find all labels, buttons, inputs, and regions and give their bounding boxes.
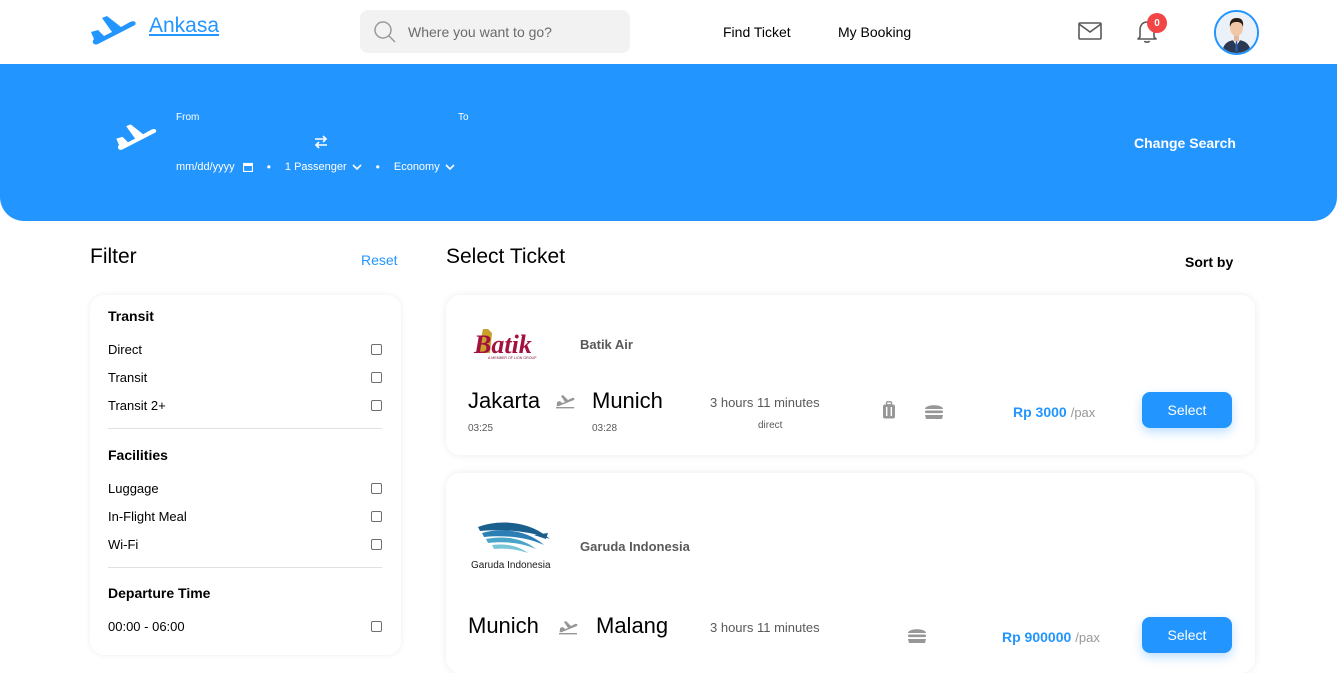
brand-logo[interactable]: Ankasa: [88, 10, 219, 48]
filter-group-title: Departure Time: [108, 585, 211, 601]
filter-group-title: Facilities: [108, 447, 168, 463]
calendar-icon[interactable]: [242, 162, 253, 172]
airline-logo-text: Batik: [473, 330, 532, 359]
checkbox[interactable]: [371, 344, 382, 355]
filter-title: Filter: [90, 245, 137, 268]
ticket-card: Garuda Indonesia Garuda Indonesia Munich…: [446, 473, 1255, 673]
checkbox[interactable]: [371, 483, 382, 494]
filter-option-label: 00:00 - 06:00: [108, 619, 185, 634]
search-summary-banner: From To mm/dd/yyyy • 1 Passenger • Econo…: [0, 64, 1337, 221]
garuda-indonesia-logo: Garuda Indonesia: [471, 522, 551, 571]
nav-find-ticket[interactable]: Find Ticket: [723, 24, 791, 40]
trip-details: mm/dd/yyyy • 1 Passenger • Economy: [176, 160, 455, 174]
filter-option-label: Transit: [108, 370, 148, 385]
mail-icon[interactable]: [1078, 22, 1102, 40]
flight-plane-icon: [559, 621, 578, 635]
select-ticket-button[interactable]: Select: [1142, 617, 1232, 653]
to-label: To: [458, 112, 469, 123]
sort-by-button[interactable]: Sort by: [1185, 254, 1233, 270]
price-value: Rp 3000: [1013, 404, 1067, 420]
checkbox[interactable]: [371, 539, 382, 550]
notification-badge: 0: [1147, 13, 1167, 33]
flight-plane-icon: [556, 395, 575, 409]
filter-panel: Transit Direct Transit Transit 2+ Facili…: [90, 295, 401, 655]
ticket-price: Rp 3000/pax: [1013, 404, 1095, 420]
arrival-city: Malang: [596, 613, 669, 638]
chevron-down-icon[interactable]: [352, 163, 362, 171]
passenger-select[interactable]: 1 Passenger: [285, 161, 347, 173]
price-unit: /pax: [1075, 630, 1100, 645]
separator-dot: •: [266, 160, 271, 174]
filter-option-label: Luggage: [108, 481, 159, 496]
filter-option-direct[interactable]: Direct: [108, 342, 382, 360]
filter-option-label: Direct: [108, 342, 142, 357]
divider: [108, 428, 382, 429]
filter-option-wifi[interactable]: Wi-Fi: [108, 537, 382, 555]
navbar: Ankasa Find Ticket My Booking 0: [0, 0, 1337, 64]
brand-name[interactable]: Ankasa: [149, 14, 219, 38]
plane-logo-icon: [91, 16, 136, 45]
departure-city: Munich: [468, 613, 539, 638]
avatar[interactable]: [1214, 10, 1259, 55]
search-icon: [374, 21, 396, 43]
checkbox[interactable]: [371, 621, 382, 632]
flight-duration: 3 hours 11 minutes: [710, 620, 820, 635]
airline-logo-text: Garuda Indonesia: [471, 560, 551, 571]
batik-air-logo: Batik A MEMBER OF LION GROUP: [473, 329, 537, 360]
checkbox[interactable]: [371, 511, 382, 522]
search-input[interactable]: [408, 20, 618, 44]
meal-icon: [925, 405, 943, 419]
filter-group-title: Transit: [108, 308, 154, 324]
select-ticket-button[interactable]: Select: [1142, 392, 1232, 428]
from-label: From: [176, 112, 200, 123]
airline-logo-tagline: A MEMBER OF LION GROUP: [488, 356, 537, 360]
filter-option-luggage[interactable]: Luggage: [108, 481, 382, 499]
price-unit: /pax: [1070, 405, 1096, 420]
change-search-button[interactable]: Change Search: [1134, 135, 1236, 151]
swap-icon[interactable]: [313, 134, 329, 150]
filter-reset-button[interactable]: Reset: [361, 252, 398, 268]
nav-my-booking[interactable]: My Booking: [838, 24, 911, 40]
arrival-city: Munich: [592, 388, 663, 413]
airline-name: Batik Air: [580, 337, 633, 352]
select-ticket-title: Select Ticket: [446, 245, 566, 268]
divider: [108, 567, 382, 568]
filter-option-transit[interactable]: Transit: [108, 370, 382, 388]
user-avatar-icon: [1216, 12, 1257, 53]
ticket-card: Batik A MEMBER OF LION GROUP Batik Air J…: [446, 295, 1255, 455]
departure-time: 03:25: [468, 423, 494, 434]
flight-duration: 3 hours 11 minutes: [710, 395, 820, 410]
filter-option-departure[interactable]: 00:00 - 06:00: [108, 619, 382, 637]
filter-option-label: In-Flight Meal: [108, 509, 187, 524]
checkbox[interactable]: [371, 400, 382, 411]
checkbox[interactable]: [371, 372, 382, 383]
ticket-price: Rp 900000/pax: [1002, 629, 1100, 645]
chevron-down-icon[interactable]: [445, 163, 455, 171]
filter-option-label: Transit 2+: [108, 398, 166, 413]
plane-icon: [116, 124, 157, 150]
filter-option-meal[interactable]: In-Flight Meal: [108, 509, 382, 527]
departure-city: Jakarta: [468, 388, 541, 413]
meal-icon: [908, 629, 926, 643]
luggage-icon: [883, 401, 895, 419]
arrival-time: 03:28: [592, 423, 618, 434]
transit-type: direct: [758, 420, 783, 431]
class-select[interactable]: Economy: [394, 161, 440, 173]
filter-option-transit-2[interactable]: Transit 2+: [108, 398, 382, 416]
filter-option-label: Wi-Fi: [108, 537, 139, 552]
airline-name: Garuda Indonesia: [580, 539, 690, 554]
search-bar[interactable]: [360, 10, 630, 53]
price-value: Rp 900000: [1002, 629, 1072, 645]
separator-dot: •: [375, 160, 380, 174]
date-field[interactable]: mm/dd/yyyy: [176, 161, 235, 173]
